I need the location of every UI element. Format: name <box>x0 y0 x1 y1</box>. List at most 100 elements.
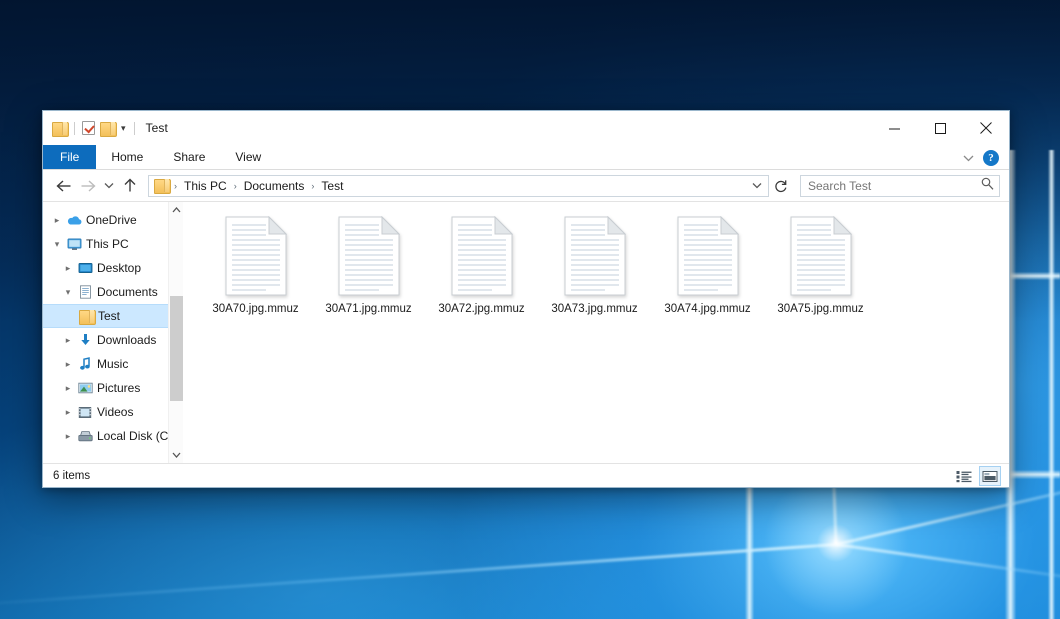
sidebar-label-local-disk-c: Local Disk (C:) <box>97 429 176 443</box>
search-placeholder: Search Test <box>808 179 981 193</box>
music-icon <box>76 357 94 371</box>
wallpaper-beam-3 <box>836 543 1060 592</box>
sidebar-label-this-pc: This PC <box>86 237 129 251</box>
details-view-button[interactable] <box>953 466 975 486</box>
sidebar-label-documents: Documents <box>97 285 158 299</box>
file-name: 30A71.jpg.mmuz <box>325 303 411 315</box>
forward-button[interactable] <box>76 174 100 198</box>
chevron-down-icon[interactable]: ▾ <box>49 239 65 250</box>
ribbon-tabs: File Home Share View ? <box>43 145 1009 170</box>
chevron-right-icon[interactable]: ▸ <box>60 407 76 418</box>
maximize-button[interactable] <box>917 111 963 145</box>
quick-access-toolbar: ▾ <box>43 121 137 135</box>
file-name: 30A73.jpg.mmuz <box>551 303 637 315</box>
chevron-right-icon[interactable]: ▸ <box>60 431 76 442</box>
sidebar-item-desktop[interactable]: ▸ Desktop <box>43 256 183 280</box>
wallpaper-pane-bar-3 <box>1048 150 1055 619</box>
sidebar-item-this-pc[interactable]: ▾ This PC <box>43 232 183 256</box>
file-item[interactable]: 30A75.jpg.mmuz <box>764 214 877 315</box>
breadcrumb-separator-1[interactable]: › <box>230 181 241 191</box>
sidebar-item-onedrive[interactable]: ▸ OneDrive <box>43 208 183 232</box>
properties-icon[interactable] <box>82 121 95 135</box>
sidebar-item-downloads[interactable]: ▸ Downloads <box>43 328 183 352</box>
scrollbar-thumb[interactable] <box>170 296 183 401</box>
sidebar-label-videos: Videos <box>97 405 133 419</box>
customize-chevron-icon[interactable]: ▾ <box>120 124 127 133</box>
tab-file[interactable]: File <box>43 145 96 169</box>
file-list-pane[interactable]: 30A70.jpg.mmuz <box>183 202 1009 463</box>
file-name: 30A72.jpg.mmuz <box>438 303 524 315</box>
breadcrumb[interactable]: › This PC › Documents › Test <box>148 175 769 197</box>
file-item[interactable]: 30A74.jpg.mmuz <box>651 214 764 315</box>
breadcrumb-item-this-pc[interactable]: This PC <box>181 179 230 193</box>
generic-file-icon <box>223 216 289 296</box>
chevron-down-icon[interactable]: ▾ <box>60 287 76 298</box>
file-item[interactable]: 30A73.jpg.mmuz <box>538 214 651 315</box>
file-explorer-window: ▾ Test File Home Share View <box>42 110 1010 488</box>
tab-home[interactable]: Home <box>96 145 158 169</box>
address-bar: › This PC › Documents › Test S <box>43 170 1009 202</box>
address-dropdown-icon[interactable] <box>748 176 765 196</box>
folder-icon <box>77 310 95 323</box>
breadcrumb-item-documents[interactable]: Documents <box>241 179 308 193</box>
scroll-down-icon[interactable] <box>172 447 181 463</box>
large-icons-view-button[interactable] <box>979 466 1001 486</box>
sidebar-item-pictures[interactable]: ▸ Pictures <box>43 376 183 400</box>
desktop-icon <box>76 262 94 274</box>
wallpaper-glow-point <box>761 468 911 618</box>
view-toggle-group <box>953 464 1001 488</box>
explorer-body: ▸ OneDrive ▾ This PC ▸ <box>43 202 1009 463</box>
drive-icon <box>76 430 94 442</box>
window-title: Test <box>146 121 168 135</box>
tab-share[interactable]: Share <box>158 145 220 169</box>
ribbon-right-controls: ? <box>963 145 1003 170</box>
sidebar-label-desktop: Desktop <box>97 261 141 275</box>
up-button[interactable] <box>118 174 142 198</box>
refresh-button[interactable] <box>769 174 793 198</box>
sidebar-item-documents[interactable]: ▾ Documents <box>43 280 183 304</box>
back-button[interactable] <box>52 174 76 198</box>
chevron-right-icon[interactable]: ▸ <box>60 383 76 394</box>
file-item[interactable]: 30A72.jpg.mmuz <box>425 214 538 315</box>
navigation-pane: ▸ OneDrive ▾ This PC ▸ <box>43 202 183 463</box>
recent-locations-button[interactable] <box>100 174 118 198</box>
search-icon[interactable] <box>981 177 994 195</box>
item-count-label: 6 items <box>53 470 90 482</box>
collapse-ribbon-chevron-icon[interactable] <box>963 149 974 167</box>
file-name: 30A70.jpg.mmuz <box>212 303 298 315</box>
file-item[interactable]: 30A70.jpg.mmuz <box>199 214 312 315</box>
qat-divider-2 <box>134 122 135 135</box>
breadcrumb-folder-icon[interactable] <box>154 179 169 192</box>
chevron-right-icon[interactable]: ▸ <box>60 263 76 274</box>
scrollbar-track[interactable] <box>169 218 184 447</box>
file-item[interactable]: 30A71.jpg.mmuz <box>312 214 425 315</box>
sidebar-item-local-disk-c[interactable]: ▸ Local Disk (C:) <box>43 424 183 448</box>
window-controls <box>871 111 1009 145</box>
sidebar-scrollbar[interactable] <box>168 202 183 463</box>
desktop: ▾ Test File Home Share View <box>0 0 1060 619</box>
documents-icon <box>76 285 94 299</box>
close-button[interactable] <box>963 111 1009 145</box>
chevron-right-icon[interactable]: ▸ <box>60 335 76 346</box>
chevron-right-icon[interactable]: ▸ <box>60 359 76 370</box>
breadcrumb-separator-0[interactable]: › <box>170 181 181 191</box>
new-folder-icon[interactable] <box>100 122 115 135</box>
scroll-up-icon[interactable] <box>172 202 181 218</box>
breadcrumb-separator-2[interactable]: › <box>307 181 318 191</box>
folder-icon[interactable] <box>52 122 67 135</box>
chevron-right-icon[interactable]: ▸ <box>49 215 65 226</box>
breadcrumb-item-test[interactable]: Test <box>318 179 346 193</box>
qat-divider-1 <box>74 122 75 135</box>
generic-file-icon <box>788 216 854 296</box>
help-icon[interactable]: ? <box>983 150 999 166</box>
cloud-icon <box>65 215 83 226</box>
minimize-button[interactable] <box>871 111 917 145</box>
sidebar-label-music: Music <box>97 357 128 371</box>
downloads-icon <box>76 333 94 347</box>
sidebar-item-videos[interactable]: ▸ Videos <box>43 400 183 424</box>
sidebar-item-test[interactable]: Test <box>43 304 183 328</box>
breadcrumb-right-controls <box>748 176 765 196</box>
search-input[interactable]: Search Test <box>800 175 1000 197</box>
sidebar-item-music[interactable]: ▸ Music <box>43 352 183 376</box>
tab-view[interactable]: View <box>220 145 276 169</box>
